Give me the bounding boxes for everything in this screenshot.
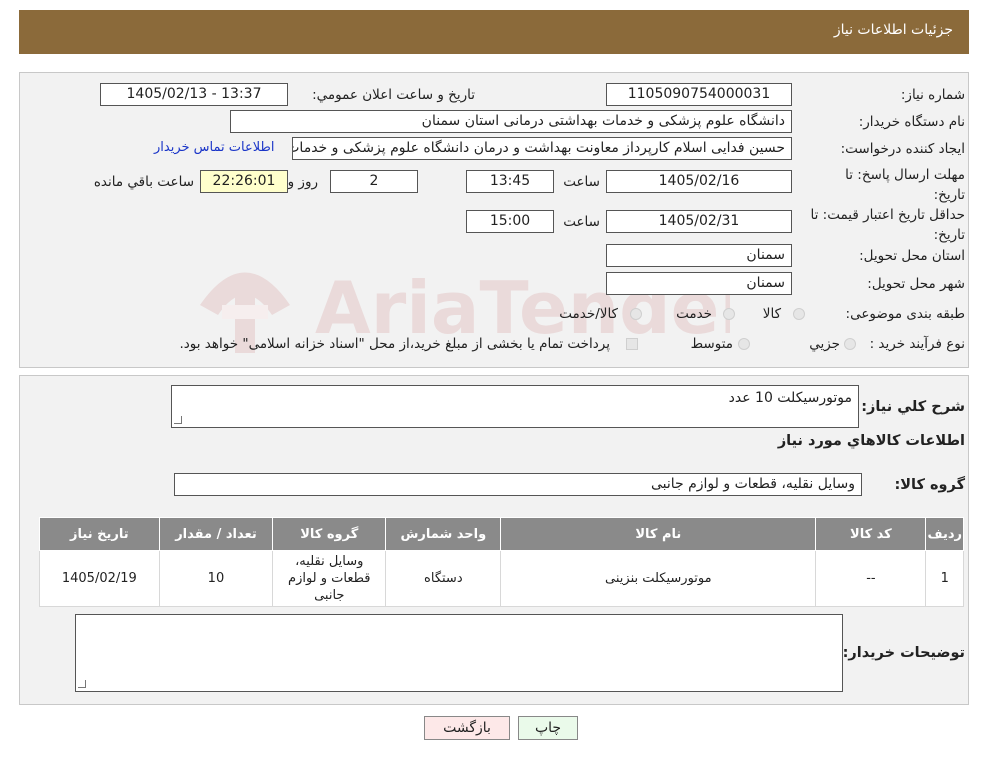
validity-date-field: 1405/02/31 — [606, 210, 792, 233]
col-header-row-number: رديف — [925, 517, 964, 551]
city-field: سمنان — [606, 272, 792, 295]
creator-field: حسين فدايی اسلام کارپرداز معاونت بهداشت … — [292, 137, 792, 160]
cell-goods-code: -- — [815, 550, 927, 607]
buyer-notes-textarea[interactable] — [75, 614, 843, 692]
need-number-field: 1105090754000031 — [606, 83, 792, 106]
category-goods-service-label: کالا/خدمت — [559, 306, 618, 322]
col-header-goods-group: گروه کالا — [272, 517, 387, 551]
process-minor-radio[interactable] — [844, 338, 856, 350]
category-label: طبقه بندی موضوعی: — [845, 306, 965, 322]
process-minor-label: جزيي — [809, 336, 840, 352]
table-row: 1 -- موتورسيکلت بنزينی دستگاه وسايل نقلي… — [39, 550, 964, 607]
buyer-notes-label: توضيحات خريدار: — [842, 645, 965, 661]
col-header-unit: واحد شمارش — [385, 517, 502, 551]
send-deadline-label: مهلت ارسال پاسخ: تا تاريخ: — [845, 167, 965, 203]
table-header-row: رديف کد کالا نام کالا واحد شمارش گروه کا… — [39, 517, 964, 551]
payment-note: پرداخت تمام يا بخشی از مبلغ خريد،از محل … — [179, 336, 610, 352]
items-table-wrap: رديف کد کالا نام کالا واحد شمارش گروه کا… — [39, 517, 964, 607]
back-button[interactable]: بازگشت — [424, 716, 510, 740]
category-goods-service-radio[interactable] — [630, 308, 642, 320]
days-field: 2 — [330, 170, 418, 193]
creator-label: ايجاد کننده درخواست: — [840, 141, 965, 157]
category-service-label: خدمت — [676, 306, 712, 322]
goods-group-label: گروه کالا: — [894, 477, 965, 493]
process-label: نوع فرآيند خريد : — [869, 336, 965, 352]
goods-section-title: اطلاعات کالاهاي مورد نياز — [777, 433, 965, 449]
col-header-goods-name: نام کالا — [500, 517, 817, 551]
buyer-org-field: دانشگاه علوم پزشکی و خدمات بهداشتی درمان… — [230, 110, 792, 133]
need-number-label: شماره نياز: — [900, 87, 965, 103]
validity-time-label: ساعت — [563, 214, 600, 230]
send-date-field: 1405/02/16 — [606, 170, 792, 193]
summary-text: موتورسيکلت 10 عدد — [728, 390, 852, 406]
page-title: جزئيات اطلاعات نياز — [833, 22, 953, 38]
province-field: سمنان — [606, 244, 792, 267]
remaining-time-field: 22:26:01 — [200, 170, 288, 193]
category-service-radio[interactable] — [723, 308, 735, 320]
announce-label: تاريخ و ساعت اعلان عمومي: — [312, 87, 475, 103]
cell-row-number: 1 — [925, 550, 964, 607]
validity-label: حداقل تاريخ اعتبار قيمت: تا تاريخ: — [810, 207, 965, 243]
treasury-checkbox[interactable] — [626, 338, 638, 350]
cell-goods-group: وسايل نقليه، قطعات و لوازم جانبی — [272, 550, 387, 607]
category-goods-label: کالا — [762, 306, 781, 322]
print-button[interactable]: چاپ — [518, 716, 578, 740]
send-time-label: ساعت — [563, 174, 600, 190]
days-label: روز و — [287, 174, 318, 190]
city-label: شهر محل تحويل: — [867, 276, 965, 292]
cell-goods-name: موتورسيکلت بنزينی — [500, 550, 817, 607]
summary-textarea[interactable]: موتورسيکلت 10 عدد — [171, 385, 859, 428]
contact-info-link[interactable]: اطلاعات تماس خريدار — [154, 140, 274, 155]
col-header-need-date: تاريخ نياز — [39, 517, 160, 551]
process-medium-label: متوسط — [690, 336, 733, 352]
cell-unit: دستگاه — [385, 550, 502, 607]
validity-time-field: 15:00 — [466, 210, 554, 233]
summary-label: شرح کلي نياز: — [861, 399, 965, 415]
resize-handle-icon[interactable] — [174, 416, 182, 424]
buyer-org-label: نام دستگاه خريدار: — [858, 114, 965, 130]
col-header-goods-code: کد کالا — [815, 517, 927, 551]
page-header: جزئيات اطلاعات نياز — [19, 10, 969, 54]
announce-field: 1405/02/13 - 13:37 — [100, 83, 288, 106]
province-label: استان محل تحويل: — [859, 248, 965, 264]
send-time-field: 13:45 — [466, 170, 554, 193]
col-header-quantity: تعداد / مقدار — [158, 517, 274, 551]
cell-need-date: 1405/02/19 — [39, 550, 160, 607]
category-goods-radio[interactable] — [793, 308, 805, 320]
goods-group-field: وسايل نقليه، قطعات و لوازم جانبی — [174, 473, 862, 496]
cell-quantity: 10 — [158, 550, 274, 607]
resize-handle-icon[interactable] — [78, 680, 86, 688]
process-medium-radio[interactable] — [738, 338, 750, 350]
items-table: رديف کد کالا نام کالا واحد شمارش گروه کا… — [39, 517, 964, 607]
remaining-label: ساعت باقي مانده — [93, 174, 194, 190]
